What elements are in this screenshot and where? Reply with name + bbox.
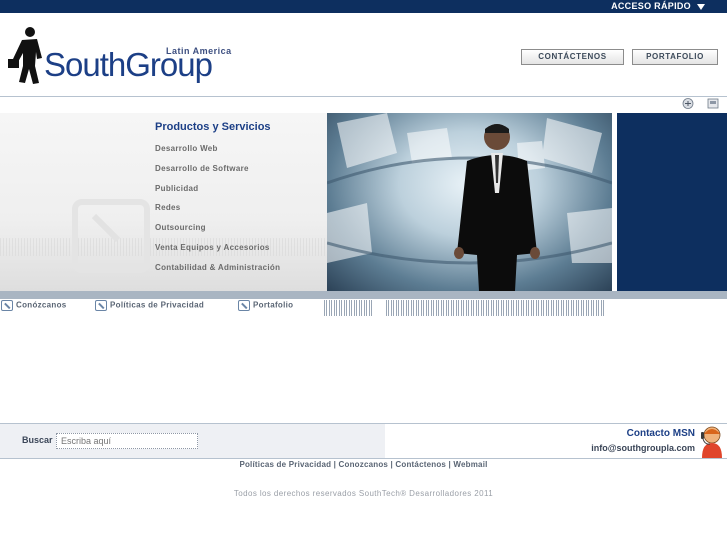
products-title: Productos y Servicios	[155, 121, 271, 133]
hero-illustration	[327, 113, 612, 291]
menu-item-outsourcing[interactable]: Outsourcing	[155, 223, 280, 243]
msn-messenger-icon[interactable]	[699, 425, 725, 458]
quick-access-label: ACCESO RÁPIDO	[611, 1, 691, 11]
footer-separator: |	[390, 460, 393, 469]
menu-item-desarrollo-software[interactable]: Desarrollo de Software	[155, 164, 280, 184]
divider-bar	[0, 291, 727, 299]
link-politicas-label: Políticas de Privacidad	[110, 300, 205, 310]
menu-item-publicidad[interactable]: Publicidad	[155, 184, 280, 204]
menu-item-contabilidad[interactable]: Contabilidad & Administración	[155, 263, 280, 283]
print-icon[interactable]	[682, 98, 694, 109]
quick-access-menu[interactable]: ACCESO RÁPIDO	[611, 1, 705, 11]
link-conozcanos[interactable]: Conózcanos	[1, 300, 67, 314]
products-menu: Desarrollo Web Desarrollo de Software Pu…	[155, 144, 280, 283]
caret-down-icon	[697, 3, 705, 10]
hero-gap	[612, 113, 617, 291]
link-politicas[interactable]: Políticas de Privacidad	[95, 300, 204, 314]
search-label: Buscar	[22, 435, 53, 445]
menu-item-venta-equipos[interactable]: Venta Equipos y Accesorios	[155, 243, 280, 263]
menu-item-desarrollo-web[interactable]: Desarrollo Web	[155, 144, 280, 164]
footer-link-contactenos[interactable]: Contáctenos	[395, 460, 446, 469]
copyright-text: Todos los derechos reservados SouthTech®…	[233, 489, 494, 498]
link-portafolio[interactable]: Portafolio	[238, 300, 293, 314]
menu-item-redes[interactable]: Redes	[155, 203, 280, 223]
decorative-barcode	[386, 300, 605, 316]
southgroup-logo[interactable]: SouthGroup Latin America	[6, 26, 236, 88]
save-icon[interactable]	[707, 98, 719, 109]
search-input[interactable]	[56, 433, 198, 449]
link-portafolio-label: Portafolio	[253, 300, 294, 310]
hero-blue-panel	[612, 113, 727, 291]
msn-contact-email[interactable]: info@southgroupla.com	[591, 443, 695, 453]
header-divider	[0, 96, 727, 97]
contact-button[interactable]: CONTÁCTENOS	[521, 49, 624, 65]
search-area: Buscar	[0, 424, 385, 458]
arrow-box-icon	[1, 300, 13, 311]
decorative-barcode	[324, 300, 372, 316]
arrow-watermark-icon	[72, 199, 150, 273]
footer-separator: |	[333, 460, 337, 469]
msn-contact-title: Contacto MSN	[626, 428, 695, 439]
hero-businessman-image	[327, 113, 612, 291]
arrow-box-icon	[95, 300, 107, 311]
logo-tagline: Latin America	[166, 46, 232, 56]
arrow-box-icon	[238, 300, 250, 311]
footer-band: Buscar Contacto MSN info@southgroupla.co…	[0, 423, 727, 459]
footer-separator: |	[448, 460, 451, 469]
portfolio-button[interactable]: PORTAFOLIO	[632, 49, 718, 65]
footer-link-conozcanos[interactable]: Conozcanos	[339, 460, 389, 469]
footer-links: Políticas de Privacidad | Conozcanos | C…	[0, 460, 727, 469]
top-bar: ACCESO RÁPIDO	[0, 0, 727, 13]
link-conozcanos-label: Conózcanos	[16, 300, 67, 310]
logo-south-text: South	[44, 46, 126, 83]
footer-link-politicas[interactable]: Políticas de Privacidad	[239, 460, 331, 469]
footer-link-webmail[interactable]: Webmail	[453, 460, 487, 469]
